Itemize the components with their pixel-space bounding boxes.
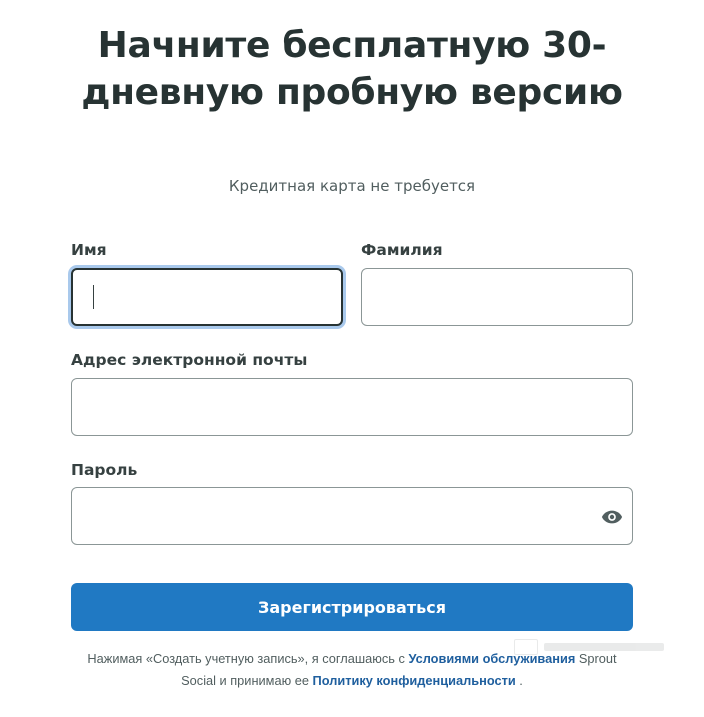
- privacy-policy-link[interactable]: Политику конфиденциальности: [313, 673, 516, 688]
- password-label: Пароль: [71, 461, 138, 479]
- text-caret: [93, 285, 94, 309]
- first-name-input[interactable]: [73, 270, 341, 324]
- register-button[interactable]: Зарегистрироваться: [71, 583, 633, 631]
- legal-text-after: .: [515, 673, 523, 688]
- email-label: Адрес электронной почты: [71, 351, 308, 369]
- password-field-wrapper[interactable]: [71, 487, 633, 545]
- last-name-label: Фамилия: [361, 241, 443, 259]
- password-input[interactable]: [72, 488, 632, 544]
- legal-text-before: Нажимая «Создать учетную запись», я согл…: [87, 651, 409, 666]
- eye-icon[interactable]: [601, 506, 623, 528]
- page-title: Начните бесплатную 30-дневную пробную ве…: [81, 25, 623, 113]
- legal-notice: Нажимая «Создать учетную запись», я согл…: [71, 648, 633, 692]
- terms-of-service-link[interactable]: Условиями обслуживания: [408, 651, 575, 666]
- first-name-field-wrapper[interactable]: [71, 268, 343, 326]
- first-name-label: Имя: [71, 241, 107, 259]
- email-field-wrapper[interactable]: [71, 378, 633, 436]
- last-name-input[interactable]: [362, 269, 632, 325]
- email-input[interactable]: [72, 379, 632, 435]
- last-name-field-wrapper[interactable]: [361, 268, 633, 326]
- page-subtitle: Кредитная карта не требуется: [228, 177, 476, 195]
